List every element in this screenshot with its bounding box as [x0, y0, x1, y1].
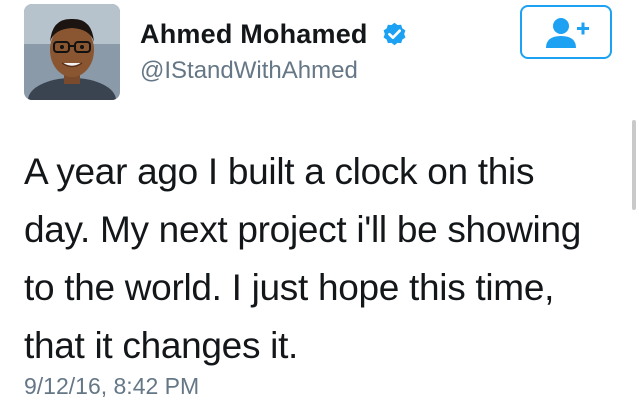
- tweet-text: A year ago I built a clock on this day. …: [24, 143, 624, 375]
- tweet-text-line: to the world. I just hope this time,: [24, 267, 555, 308]
- tweet-text-line: A year ago I built a clock on this: [24, 151, 535, 192]
- author-display-name[interactable]: Ahmed Mohamed: [140, 19, 368, 50]
- add-user-icon: [546, 18, 589, 48]
- tweet-text-line: that it changes it.: [24, 325, 299, 366]
- tweet-text-line: day. My next project i'll be showing: [24, 209, 582, 250]
- follow-button[interactable]: [520, 5, 612, 59]
- author-handle[interactable]: @IStandWithAhmed: [140, 57, 358, 85]
- verified-badge-icon: [383, 22, 406, 46]
- avatar-photo: [24, 4, 120, 100]
- scrollbar[interactable]: [632, 120, 636, 210]
- tweet-card: Ahmed Mohamed @IStandWithAhmed A year ag…: [0, 0, 639, 413]
- tweet-timestamp[interactable]: 9/12/16, 8:42 PM: [24, 373, 199, 400]
- avatar[interactable]: [24, 4, 120, 100]
